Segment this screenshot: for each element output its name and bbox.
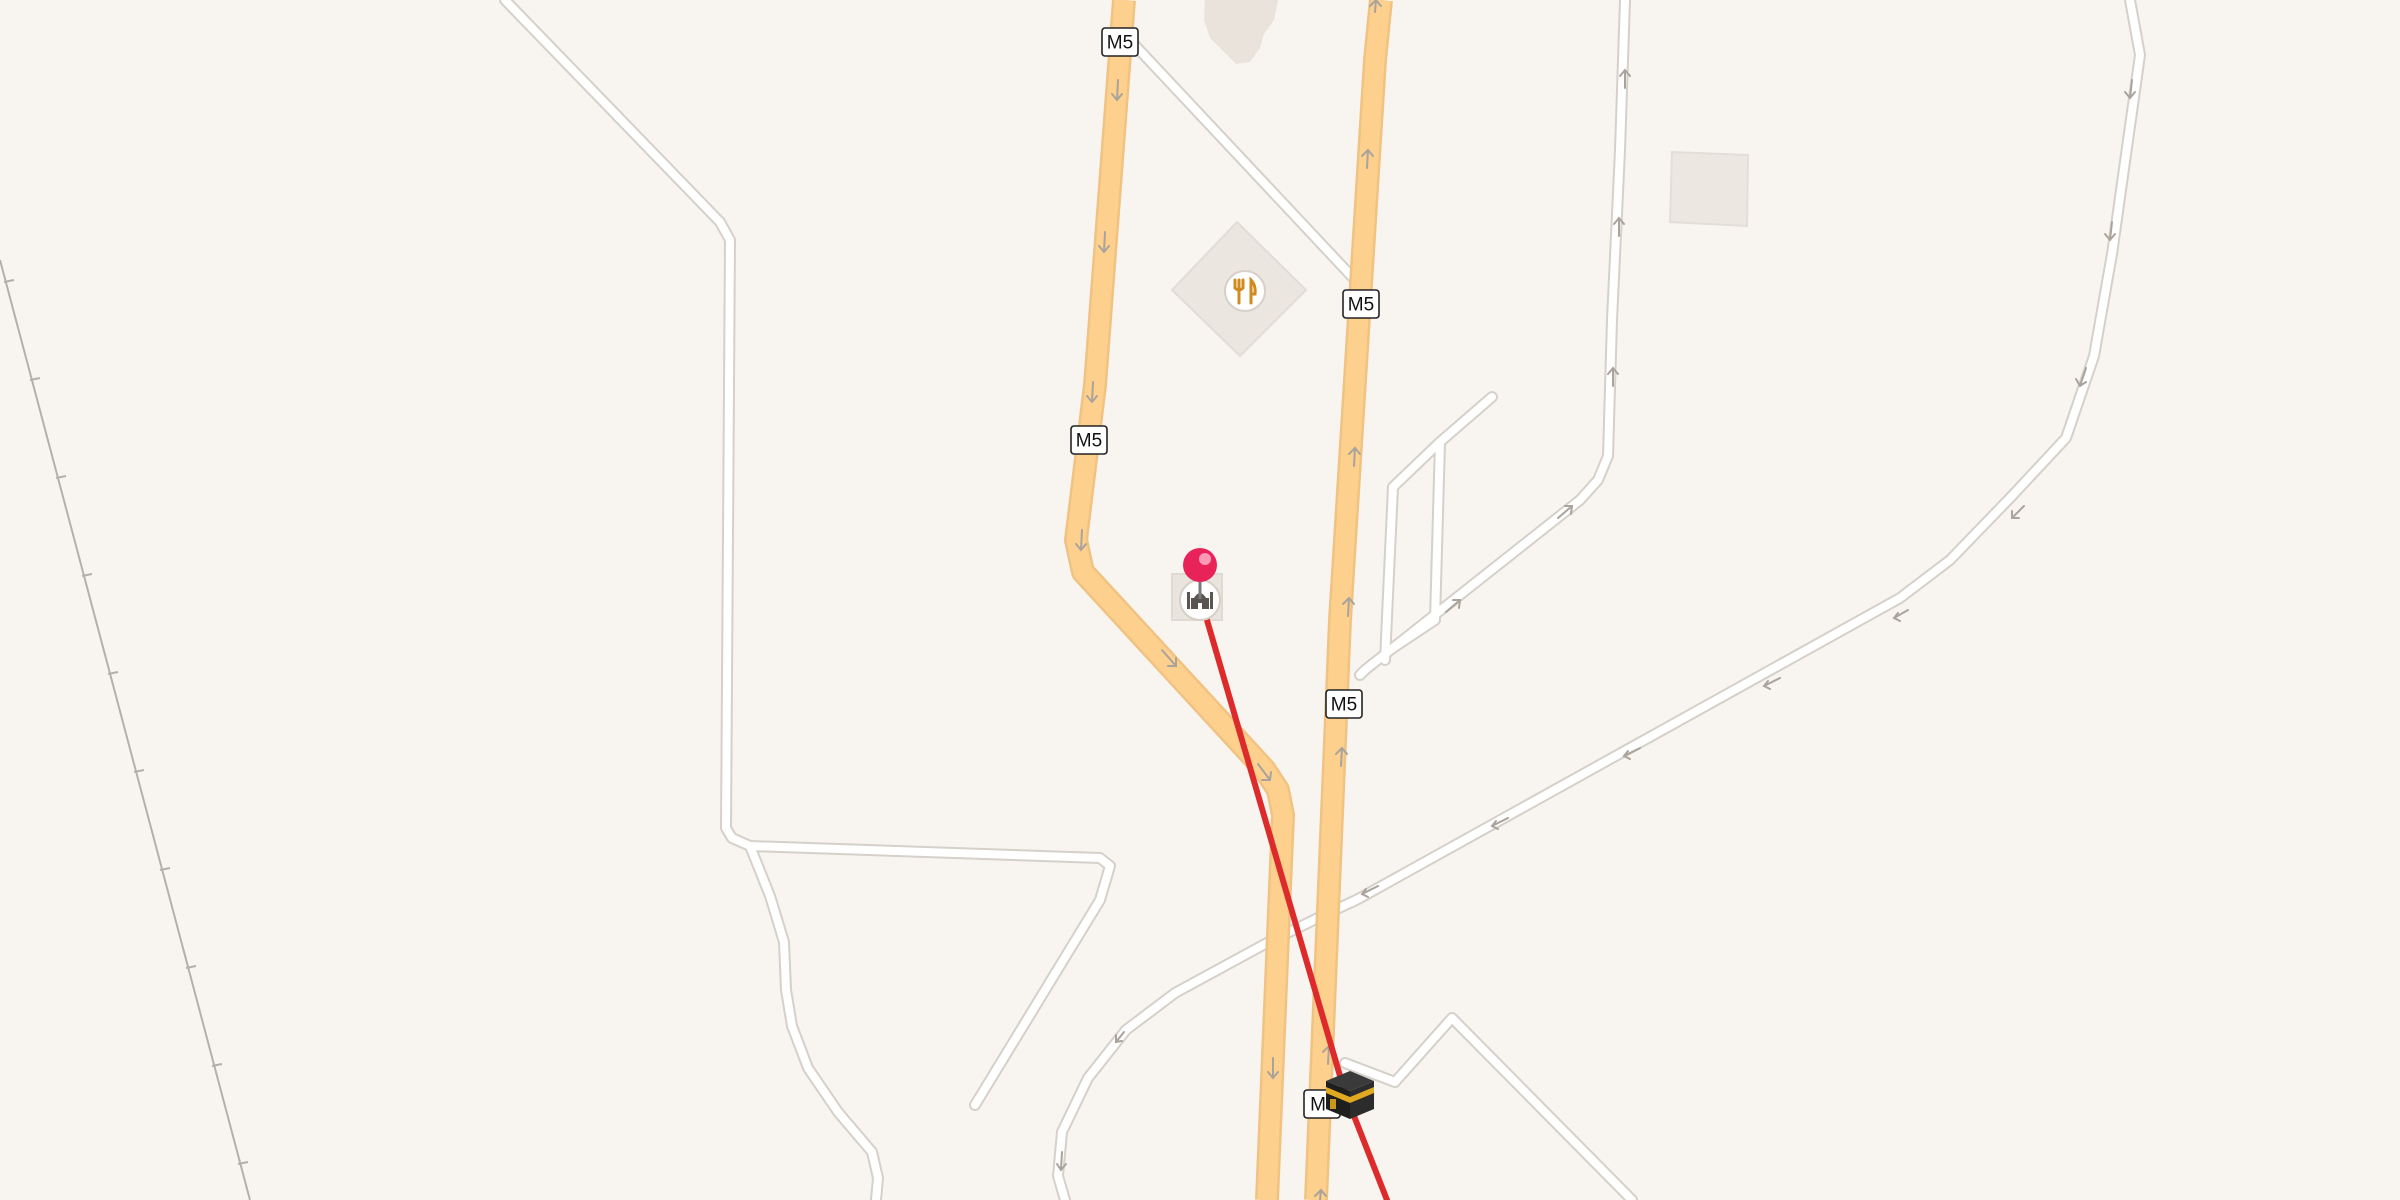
kaaba-marker[interactable] [1326,1071,1374,1119]
building-east [1668,150,1750,228]
pin-icon [1183,548,1217,582]
route-shield-m5-west[interactable]: M5 [1070,425,1108,455]
restaurant-poi[interactable] [1224,270,1266,312]
route-shield-m5-north[interactable]: M5 [1101,27,1139,57]
route-shield-label: M5 [1331,695,1357,716]
kaaba-icon [1326,1071,1374,1119]
route-shield-label: M5 [1107,33,1133,54]
route-shield-label: M5 [1076,431,1102,452]
map-canvas[interactable]: M5 M5 M5 M5 M [0,0,2400,1200]
route-shield-m5-junction[interactable]: M5 [1342,289,1380,319]
route-shield-label: M5 [1348,295,1374,316]
route-shield-label: M [1310,1095,1326,1116]
route-shield-m5-east[interactable]: M5 [1325,689,1363,719]
